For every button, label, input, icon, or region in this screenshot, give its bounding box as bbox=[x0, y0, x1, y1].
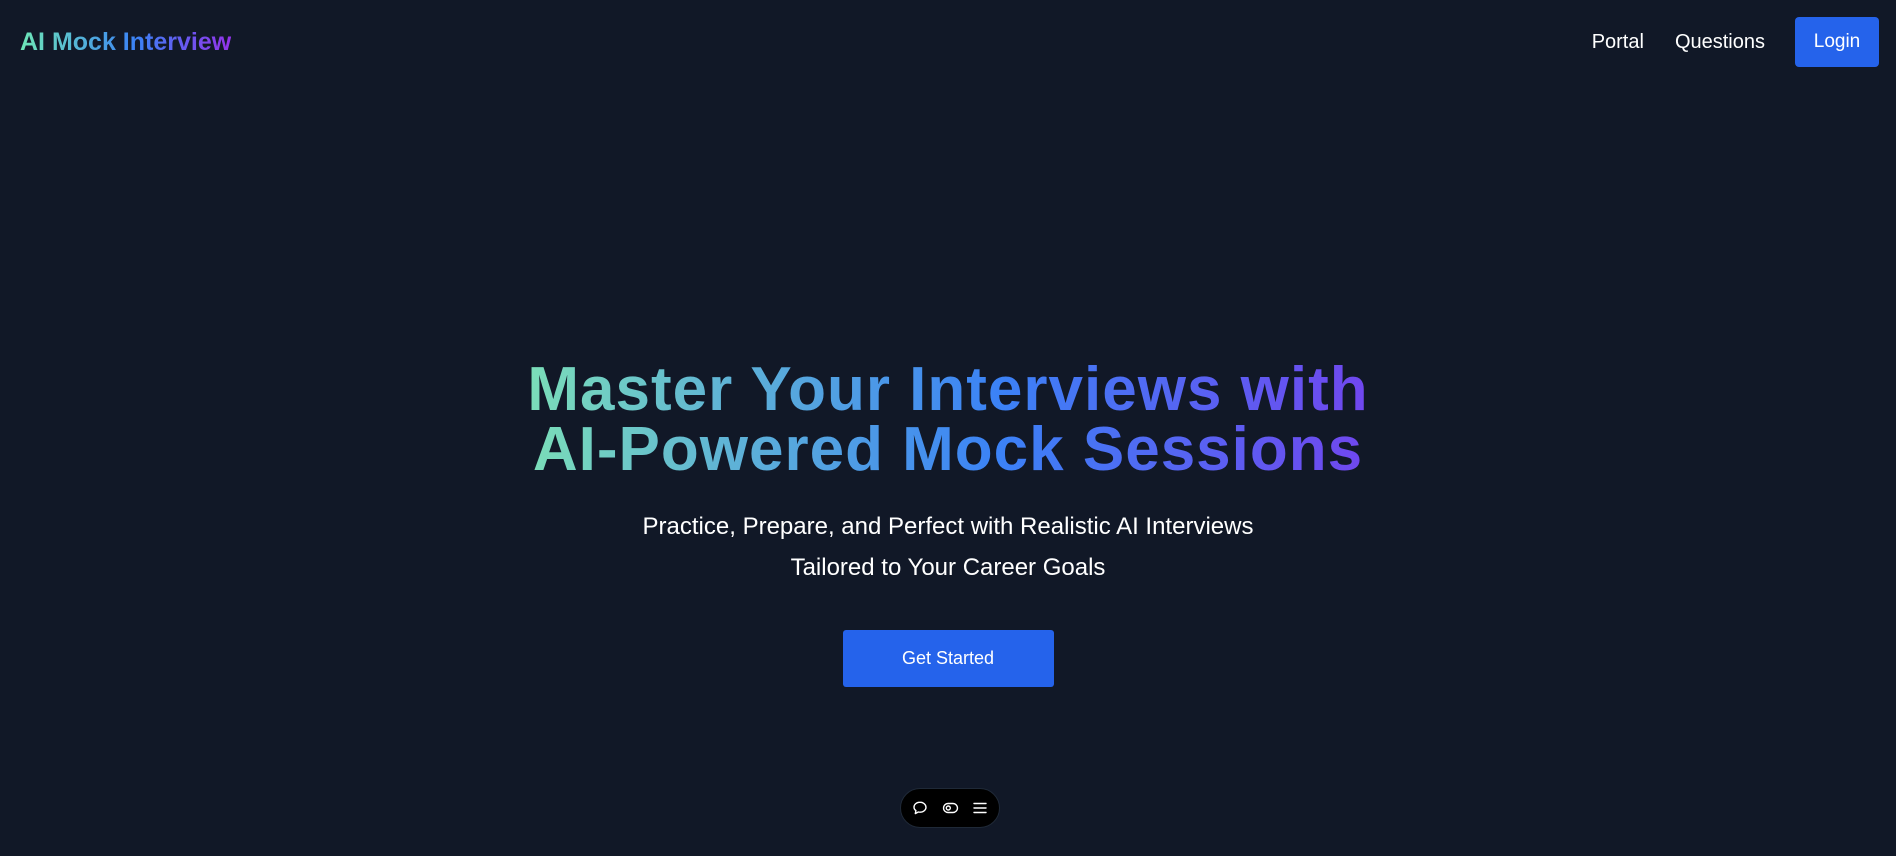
hero-title-line-1: Master Your Interviews with bbox=[527, 355, 1369, 424]
hero-subtitle: Practice, Prepare, and Perfect with Real… bbox=[498, 506, 1398, 588]
brand-logo[interactable]: AI Mock Interview bbox=[20, 26, 231, 58]
get-started-button[interactable]: Get Started bbox=[842, 630, 1054, 687]
page: AI Mock Interview Portal Questions Login… bbox=[0, 0, 1896, 856]
hero-section: Master Your Interviews with AI-Powered M… bbox=[0, 360, 1896, 687]
login-button[interactable]: Login bbox=[1795, 17, 1879, 67]
top-navbar: AI Mock Interview Portal Questions Login bbox=[0, 0, 1896, 84]
nav-link-portal[interactable]: Portal bbox=[1592, 17, 1644, 67]
nav-link-questions[interactable]: Questions bbox=[1675, 17, 1765, 67]
floating-toolbar bbox=[900, 788, 1000, 828]
menu-icon[interactable] bbox=[971, 799, 989, 817]
hero-title: Master Your Interviews with AI-Powered M… bbox=[448, 360, 1448, 480]
hero-title-line-2: AI-Powered Mock Sessions bbox=[532, 415, 1364, 484]
toggle-icon[interactable] bbox=[941, 799, 959, 817]
hero-subtitle-line-1: Practice, Prepare, and Perfect with Real… bbox=[642, 513, 1254, 540]
chat-bubble-icon[interactable] bbox=[911, 799, 929, 817]
hero-subtitle-line-2: Tailored to Your Career Goals bbox=[790, 554, 1106, 581]
main-nav: Portal Questions Login bbox=[1592, 17, 1879, 67]
